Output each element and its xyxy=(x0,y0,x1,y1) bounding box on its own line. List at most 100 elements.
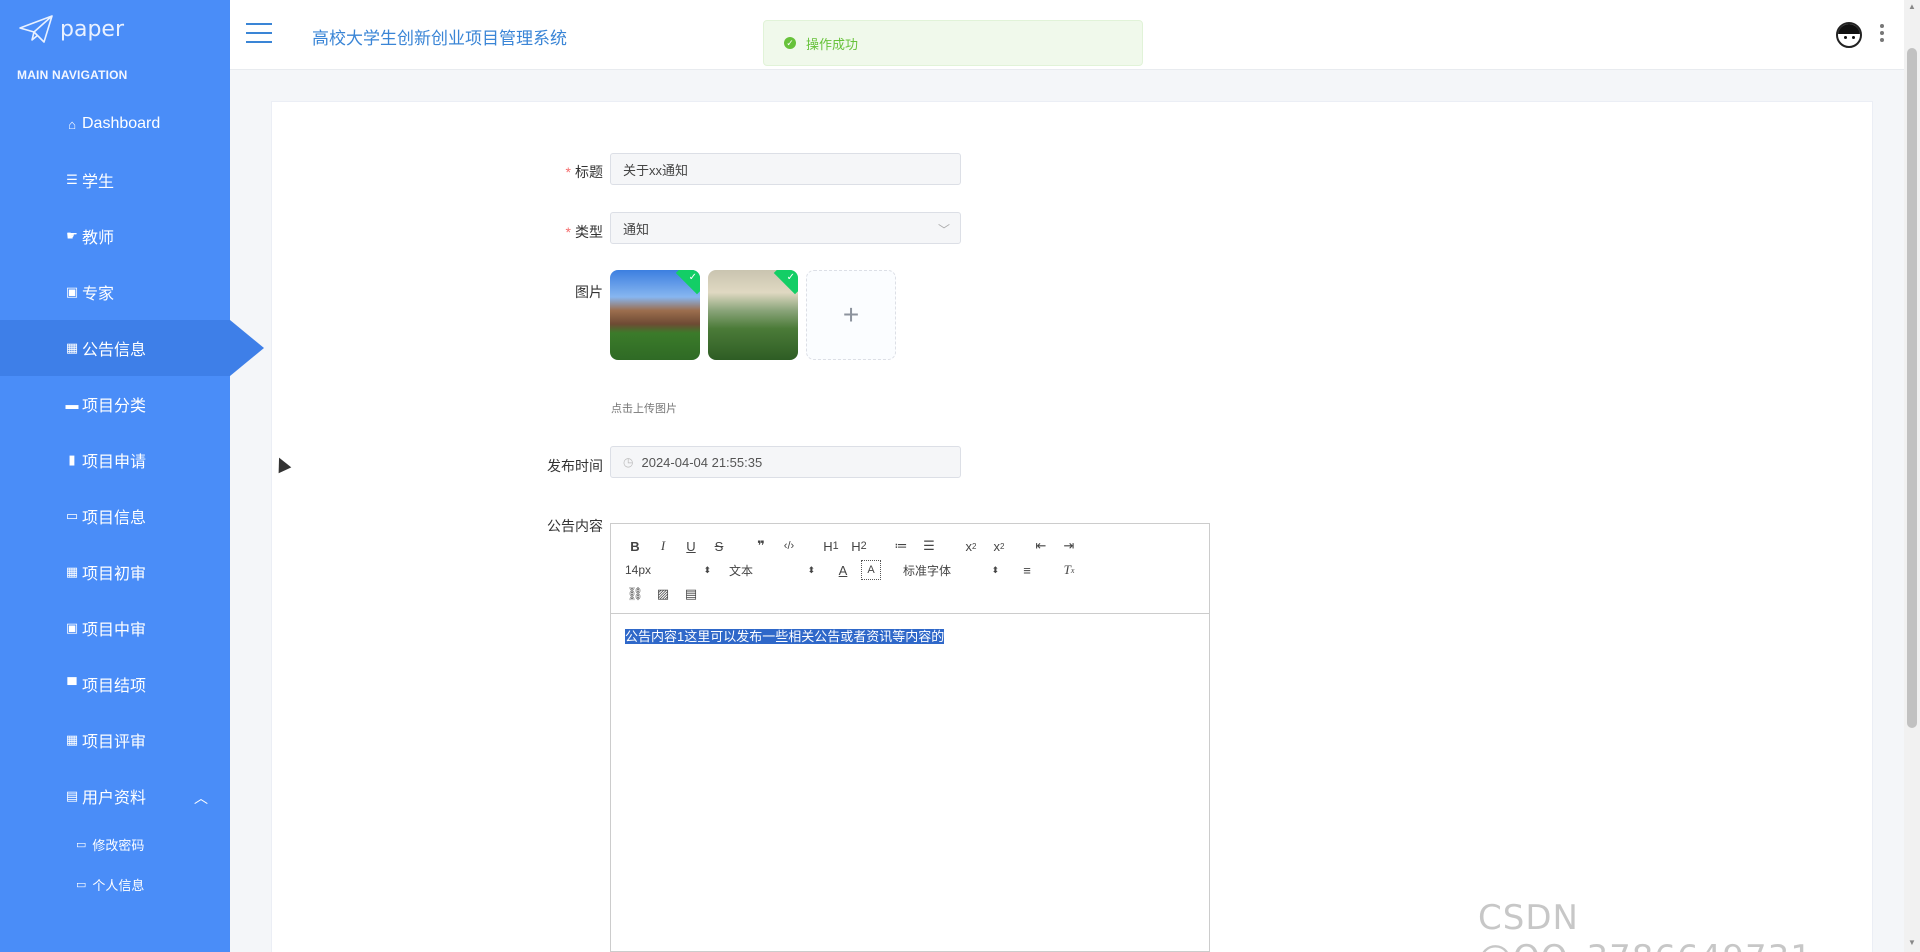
sidebar-item-label: 项目结项 xyxy=(82,678,147,695)
watermark: CSDN @QQ_3786649731 xyxy=(1478,898,1812,952)
subscript-icon[interactable]: x2 xyxy=(961,536,981,556)
sidebar-item-label: 项目分类 xyxy=(82,398,147,415)
title-input[interactable]: 关于xx通知 xyxy=(610,153,961,185)
avatar[interactable] xyxy=(1836,22,1862,48)
sidebar-item-label: 学生 xyxy=(82,174,115,191)
grid-icon: ▦ xyxy=(65,564,79,579)
sidebar-subitem-label: 个人信息 xyxy=(92,877,145,893)
publish-time-label: 发布时间 xyxy=(547,458,603,474)
bullet-list-icon[interactable]: ☰ xyxy=(919,536,939,556)
background-color-icon[interactable]: A xyxy=(861,560,881,580)
check-icon: ✓ xyxy=(786,272,795,283)
sliders-icon: ☰ xyxy=(66,172,78,187)
heading1-icon[interactable]: H1 xyxy=(821,536,841,556)
sidebar-item-announcements[interactable]: ▦ 公告信息 xyxy=(0,320,264,376)
monitor-icon: ▀ xyxy=(67,676,77,692)
publish-time-input[interactable]: ◷ 2024-04-04 21:55:35 xyxy=(610,446,961,478)
sidebar-item-label: 教师 xyxy=(82,230,115,247)
id-card-icon: ▤ xyxy=(65,788,79,803)
sidebar-item-students[interactable]: ☰ 学生 xyxy=(0,152,230,208)
sidebar-subitem-change-password[interactable]: ▭ 修改密码 xyxy=(0,824,230,864)
sidebar-subitem-personal-info[interactable]: ▭ 个人信息 xyxy=(0,864,230,904)
font-size-select[interactable]: 14px ⬍ xyxy=(625,563,711,577)
blockquote-icon[interactable]: ❞ xyxy=(751,536,771,556)
updown-icon: ⬍ xyxy=(807,564,815,575)
clear-format-icon[interactable]: Tx xyxy=(1059,560,1079,580)
sidebar-item-user-profile[interactable]: ▤ 用户资料 ︿ xyxy=(0,768,230,824)
ordered-list-icon[interactable]: ≔ xyxy=(891,536,911,556)
superscript-icon[interactable]: x2 xyxy=(989,536,1009,556)
content-label: 公告内容 xyxy=(547,518,603,534)
chevron-up-icon: ︿ xyxy=(194,790,208,806)
upload-button[interactable]: + xyxy=(806,270,896,360)
sidebar-item-label: 项目初审 xyxy=(82,566,147,583)
success-toast: ✓ 操作成功 xyxy=(763,20,1143,66)
sidebar: paper MAIN NAVIGATION ⌂ Dashboard ☰ 学生 ☛… xyxy=(0,0,264,952)
outdent-icon[interactable]: ⇤ xyxy=(1031,536,1051,556)
font-family-select[interactable]: 标准字体 ⬍ xyxy=(903,562,999,579)
updown-icon: ⬍ xyxy=(991,564,999,575)
sidebar-item-mid-review[interactable]: ▣ 项目中审 xyxy=(0,600,230,656)
sidebar-item-dashboard[interactable]: ⌂ Dashboard xyxy=(0,96,230,152)
sidebar-item-project-evaluation[interactable]: ▦ 项目评审 xyxy=(0,712,230,768)
sidebar-item-experts[interactable]: ▣ 专家 xyxy=(0,264,230,320)
home-icon: ⌂ xyxy=(68,116,76,132)
grid-icon: ▦ xyxy=(65,732,79,747)
uploaded-image[interactable]: ✓ xyxy=(708,270,798,360)
thumbs-up-icon: ☛ xyxy=(66,228,78,243)
sidebar-item-project-completion[interactable]: ▀ 项目结项 xyxy=(0,656,230,712)
briefcase-icon: ▭ xyxy=(65,508,79,523)
link-icon[interactable]: ⛓ xyxy=(625,584,645,604)
comment-icon: ▬ xyxy=(65,396,79,412)
more-vertical-icon[interactable] xyxy=(1880,24,1884,42)
sidebar-item-project-application[interactable]: ▮ 项目申请 xyxy=(0,432,230,488)
image-icon[interactable]: ▨ xyxy=(653,584,673,604)
type-selected-value: 通知 xyxy=(623,221,650,237)
upload-tip: 点击上传图片 xyxy=(611,403,677,415)
bold-icon[interactable]: B xyxy=(625,536,645,556)
image-list: ✓ ✓ + xyxy=(610,270,896,360)
publish-time-value: 2024-04-04 21:55:35 xyxy=(641,454,763,470)
indent-icon[interactable]: ⇥ xyxy=(1059,536,1079,556)
sidebar-item-label: 公告信息 xyxy=(82,342,147,359)
type-select[interactable]: 通知 ﹀ xyxy=(610,212,961,244)
sidebar-item-initial-review[interactable]: ▦ 项目初审 xyxy=(0,544,230,600)
italic-icon[interactable]: I xyxy=(653,536,673,556)
type-label: * 类型 xyxy=(565,224,603,240)
top-header: 高校大学生创新创业项目管理系统 ✓ 操作成功 xyxy=(230,0,1920,70)
menu-toggle-icon[interactable] xyxy=(246,23,272,43)
logo[interactable]: paper xyxy=(18,14,124,44)
header-select[interactable]: 文本 ⬍ xyxy=(729,562,815,579)
video-icon[interactable]: ▤ xyxy=(681,584,701,604)
uploaded-image[interactable]: ✓ xyxy=(610,270,700,360)
align-icon[interactable]: ≡ xyxy=(1017,560,1037,580)
editor-content[interactable]: 公告内容1这里可以发布一些相关公告或者资讯等内容的 xyxy=(611,614,1209,657)
sidebar-item-project-category[interactable]: ▬ 项目分类 xyxy=(0,376,230,432)
nav-header: MAIN NAVIGATION xyxy=(17,68,128,82)
toast-message: 操作成功 xyxy=(806,36,859,52)
sidebar-item-label: 用户资料 xyxy=(82,790,147,807)
page-scrollbar[interactable]: ▲ ▼ xyxy=(1904,0,1920,952)
updown-icon: ⬍ xyxy=(703,564,711,575)
clock-icon: ◷ xyxy=(623,455,634,469)
rich-text-editor: B I U S ❞ ‹/› H1 H2 ≔ ☰ x2 x2 ⇤ ⇥ 14px ⬍ … xyxy=(610,523,1210,952)
title-label: * 标题 xyxy=(565,164,603,180)
clipboard-icon: ▣ xyxy=(65,620,79,635)
font-color-icon[interactable]: A xyxy=(833,560,853,580)
sidebar-item-project-info[interactable]: ▭ 项目信息 xyxy=(0,488,230,544)
check-circle-icon: ✓ xyxy=(784,37,796,49)
logo-text: paper xyxy=(60,16,124,42)
paper-plane-icon xyxy=(19,15,53,43)
sidebar-subitem-label: 修改密码 xyxy=(92,837,145,853)
folder-icon: ▭ xyxy=(76,878,87,891)
code-block-icon[interactable]: ‹/› xyxy=(779,536,799,556)
scroll-up-icon[interactable]: ▲ xyxy=(1908,2,1916,11)
underline-icon[interactable]: U xyxy=(681,536,701,556)
heading2-icon[interactable]: H2 xyxy=(849,536,869,556)
strike-icon[interactable]: S xyxy=(709,536,729,556)
clipboard-icon: ▣ xyxy=(65,284,79,299)
grid-icon: ▦ xyxy=(65,340,79,355)
sidebar-item-teachers[interactable]: ☛ 教师 xyxy=(0,208,230,264)
scrollbar-thumb[interactable] xyxy=(1907,48,1917,728)
bar-chart-icon: ▮ xyxy=(68,452,76,467)
